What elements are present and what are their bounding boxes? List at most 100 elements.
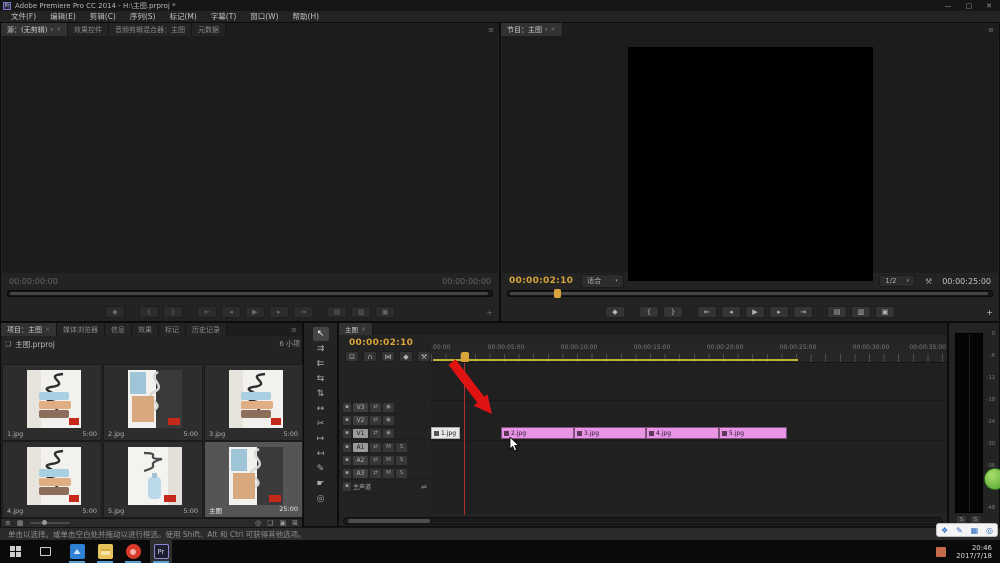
solo-button[interactable]: S xyxy=(396,456,407,465)
lock-icon[interactable]: ▪ xyxy=(343,456,351,465)
go-to-out-button[interactable]: ⇥ xyxy=(293,306,313,318)
eye-icon[interactable]: ◉ xyxy=(383,416,394,425)
mark-in-button[interactable]: { xyxy=(139,306,159,318)
tab-markers[interactable]: 标记 xyxy=(159,323,186,336)
menu-title[interactable]: 字幕(T) xyxy=(204,11,243,22)
sync-lock-icon[interactable]: ⇄ xyxy=(370,443,381,452)
time-ruler[interactable]: 00:00 00:00:05:00 00:00:10:00 00:00:15:0… xyxy=(431,343,947,363)
step-back-button[interactable]: ◂ xyxy=(221,306,241,318)
tab-program[interactable]: 节目：主图 ▾ × xyxy=(501,23,563,36)
snap-button[interactable]: ∩ xyxy=(363,351,377,362)
tab-source[interactable]: 源：(无剪辑) ▾ × xyxy=(1,23,68,36)
track-name-a1[interactable]: A1 xyxy=(353,443,368,452)
source-scrub-bar[interactable] xyxy=(7,290,493,297)
start-button[interactable] xyxy=(4,540,26,563)
lock-icon[interactable]: ▪ xyxy=(343,403,351,412)
tool-hand[interactable]: ☛ xyxy=(313,477,329,491)
clock[interactable]: 20:46 2017/7/18 xyxy=(956,544,1000,560)
taskbar-app-premiere[interactable]: Pr xyxy=(150,540,172,563)
menu-help[interactable]: 帮助(H) xyxy=(286,11,327,22)
insert-button[interactable]: ▤ xyxy=(327,306,347,318)
lock-icon[interactable]: ▪ xyxy=(343,482,351,491)
tool-pen[interactable]: ✎ xyxy=(313,462,329,476)
tool-ripple-edit[interactable]: ⇆ xyxy=(313,372,329,386)
new-bin-button[interactable]: ❏ xyxy=(267,519,273,527)
tool-zoom[interactable]: ◎ xyxy=(313,492,329,506)
menu-marker[interactable]: 标记(M) xyxy=(162,11,203,22)
play-button[interactable]: ▶ xyxy=(245,306,265,318)
tab-project[interactable]: 项目：主图 × xyxy=(1,323,57,336)
taskbar-app-browser[interactable] xyxy=(122,540,144,563)
close-icon[interactable]: × xyxy=(45,326,50,333)
button-editor-plus[interactable]: + xyxy=(486,308,493,317)
trash-button[interactable]: ⊠ xyxy=(292,519,298,527)
tab-effect-controls[interactable]: 效果控件 xyxy=(68,23,109,36)
mark-in-button[interactable]: { xyxy=(639,306,659,318)
close-icon[interactable]: × xyxy=(551,26,556,33)
tool-slip[interactable]: ↦ xyxy=(313,432,329,446)
extract-button[interactable]: ▥ xyxy=(851,306,871,318)
clip-1jpg[interactable]: 1.jpg xyxy=(431,427,460,439)
menu-sequence[interactable]: 序列(S) xyxy=(123,11,163,22)
menu-file[interactable]: 文件(F) xyxy=(4,11,43,22)
chevron-down-icon[interactable]: ▾ xyxy=(50,27,53,33)
play-button[interactable]: ▶ xyxy=(745,306,765,318)
add-marker-button[interactable]: ◆ xyxy=(105,306,125,318)
lock-icon[interactable]: ▪ xyxy=(343,469,351,478)
track-name-v2[interactable]: V2 xyxy=(353,416,368,425)
mute-button[interactable]: M xyxy=(383,456,394,465)
clip-4jpg[interactable]: 4.jpg xyxy=(646,427,719,439)
close-button[interactable]: ✕ xyxy=(986,2,992,10)
chevron-down-icon[interactable]: ▾ xyxy=(545,27,548,33)
task-view-button[interactable] xyxy=(34,540,56,563)
lock-icon[interactable]: ▪ xyxy=(343,429,351,438)
export-frame-button[interactable]: ▣ xyxy=(875,306,895,318)
nest-toggle-button[interactable]: ⊡ xyxy=(345,351,359,362)
panel-menu-icon[interactable]: ≡ xyxy=(483,23,499,36)
timeline-h-scrollbar[interactable] xyxy=(343,517,943,525)
tab-history[interactable]: 历史记录 xyxy=(186,323,227,336)
menu-clip[interactable]: 剪辑(C) xyxy=(83,11,123,22)
track-name-v3[interactable]: V3 xyxy=(353,403,368,412)
settings-wrench-icon[interactable]: ⚒ xyxy=(925,277,932,286)
panel-menu-icon[interactable]: ≡ xyxy=(983,23,999,36)
project-item-5[interactable]: 5.jpg5:00 xyxy=(103,441,203,518)
solo-button[interactable]: S xyxy=(396,469,407,478)
sync-lock-icon[interactable]: ⇄ xyxy=(370,403,381,412)
eye-icon[interactable]: ◉ xyxy=(383,429,394,438)
timeline-timecode[interactable]: 00:00:02:10 xyxy=(349,338,413,348)
track-name-a3[interactable]: A3 xyxy=(353,469,368,478)
tool-rolling-edit[interactable]: ⇅ xyxy=(313,387,329,401)
button-editor-plus[interactable]: + xyxy=(986,308,993,317)
tab-sequence[interactable]: 主图 × xyxy=(339,323,373,335)
ime-toolbar[interactable]: ❖ ✎ ▦ ◎ xyxy=(936,523,998,537)
zoom-level-select[interactable]: 1/2 ▾ xyxy=(879,275,915,287)
go-to-out-button[interactable]: ⇥ xyxy=(793,306,813,318)
ime-icon-1[interactable]: ❖ xyxy=(941,526,948,535)
zoom-slider[interactable] xyxy=(30,522,70,524)
tool-track-select-backward[interactable]: ⇇ xyxy=(313,357,329,371)
mark-out-button[interactable]: } xyxy=(663,306,683,318)
go-to-in-button[interactable]: ⇤ xyxy=(197,306,217,318)
step-back-button[interactable]: ◂ xyxy=(721,306,741,318)
playhead-line[interactable] xyxy=(464,363,465,515)
taskbar-app-photos[interactable] xyxy=(66,540,88,563)
tab-effects[interactable]: 效果 xyxy=(132,323,159,336)
ime-icon-3[interactable]: ▦ xyxy=(971,526,979,535)
add-marker-button[interactable]: ◆ xyxy=(605,306,625,318)
floating-notification-badge[interactable] xyxy=(984,468,1000,490)
fit-select[interactable]: 适合 ▾ xyxy=(581,274,624,288)
clip-2jpg[interactable]: 2.jpg xyxy=(501,427,574,439)
sync-lock-icon[interactable]: ⇄ xyxy=(370,456,381,465)
sync-lock-icon[interactable]: ⇄ xyxy=(370,429,381,438)
work-area-bar[interactable] xyxy=(433,359,798,361)
close-icon[interactable]: × xyxy=(56,26,61,33)
linked-selection-button[interactable]: ⋈ xyxy=(381,351,395,362)
project-item-sequence[interactable]: 主图25:00 xyxy=(204,441,303,518)
tool-rate-stretch[interactable]: ↔ xyxy=(313,402,329,416)
list-view-button[interactable]: ≡ xyxy=(5,519,11,527)
scrollbar-thumb[interactable] xyxy=(348,519,430,523)
export-frame-button[interactable]: ▣ xyxy=(375,306,395,318)
project-item-1[interactable]: 1.jpg5:00 xyxy=(2,364,102,441)
tab-info[interactable]: 信息 xyxy=(105,323,132,336)
